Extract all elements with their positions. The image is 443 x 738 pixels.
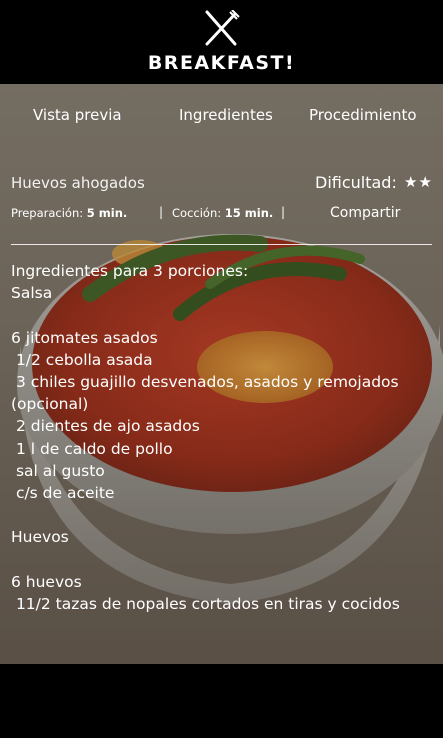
prep-label: Preparación: [11,206,84,220]
ingredient-line: 1 l de caldo de pollo [11,439,173,458]
ingredient-line: Huevos [11,528,69,547]
ingredient-line: 3 chiles guajillo desvenados, asados y r… [11,373,404,414]
difficulty-rating: ★★ [404,173,433,191]
ingredients-list: Ingredientes para 3 porciones: Salsa 6 j… [11,260,436,615]
fork-knife-icon [205,10,240,46]
ingredient-line [11,504,436,526]
ingredient-line: 11/2 tazas de nopales cortados en tiras … [11,595,400,613]
ingredient-line [11,549,436,571]
ingredient-line: Ingredientes para 3 porciones: [11,262,249,280]
ingredient-line [11,304,436,326]
app-header: BREAKFAST! [0,0,443,84]
tab-ingredientes[interactable]: Ingredientes [179,106,273,124]
cook-time: Cocción: 15 min. [172,206,273,220]
ingredient-line: sal al gusto [11,461,105,480]
recipe-title: Huevos ahogados [11,174,145,192]
cook-label: Cocción: [172,206,222,220]
ingredient-line: 1/2 cebolla asada [11,350,153,369]
bottom-bar [0,664,443,738]
tab-bar: Vista previa Ingredientes Procedimiento [0,106,443,130]
cook-value: 15 min. [224,206,274,220]
meta-separator: | [159,205,164,219]
prep-value: 5 min. [86,206,128,220]
ingredient-line: 6 huevos [11,572,82,591]
ingredient-line: Salsa [11,284,53,303]
app-title: BREAKFAST! [147,52,296,74]
share-button[interactable]: Compartir [330,205,400,221]
ingredient-line: c/s de aceite [11,484,115,503]
difficulty-label: Dificultad: [315,173,397,192]
meta-separator: | [281,205,286,219]
ingredient-line: 2 dientes de ajo asados [11,417,200,436]
recipe-panel: Vista previa Ingredientes Procedimiento … [0,84,443,664]
prep-time: Preparación: 5 min. [11,206,127,220]
ingredient-line: 6 jitomates asados [11,328,158,347]
tab-procedimiento[interactable]: Procedimiento [309,106,417,124]
tab-vista-previa[interactable]: Vista previa [33,106,122,124]
divider [11,244,432,245]
